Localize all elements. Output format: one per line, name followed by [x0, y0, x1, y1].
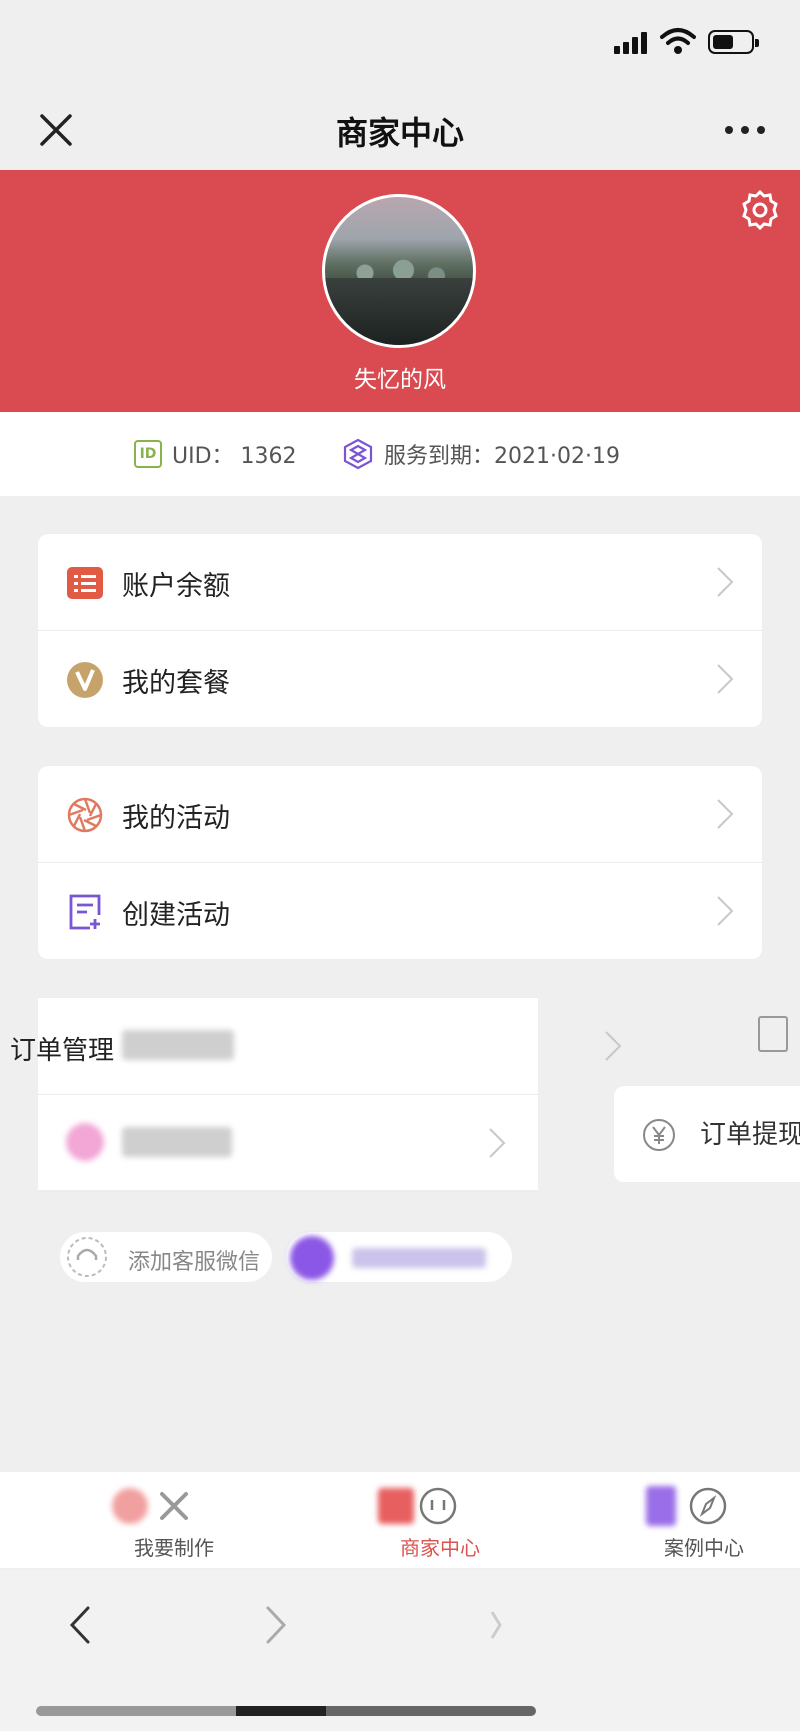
status-bar: [0, 0, 800, 90]
order-withdraw-label: 订单提现: [700, 1120, 800, 1150]
blurred-icon: [66, 1123, 104, 1161]
my-activity-row[interactable]: 我的活动: [38, 766, 762, 863]
id-badge-icon: ID: [134, 440, 162, 468]
account-card: 账户余额 我的套餐: [38, 534, 762, 727]
chevron-right-icon: [717, 896, 734, 926]
tab-make-label: 我要制作: [134, 1536, 214, 1560]
chevron-right-icon: [717, 664, 734, 694]
tab-bar: 我要制作 商家中心 案例中心: [0, 1472, 800, 1568]
blurred-text: [122, 1030, 234, 1060]
order-withdraw-row[interactable]: [38, 1095, 538, 1192]
my-package-label: 我的套餐: [122, 668, 230, 699]
account-balance-row[interactable]: 账户余额: [38, 534, 762, 631]
uid-info: ID UID： 1362: [134, 438, 297, 470]
add-note-icon: [69, 894, 101, 930]
expire-info: 服务到期：2021·02·19: [342, 438, 620, 470]
tab-case-center[interactable]: 案例中心: [534, 1472, 800, 1568]
share-icon[interactable]: [478, 1600, 518, 1650]
tab-merchant-center-label: 商家中心: [400, 1536, 480, 1560]
expire-value: 2021·02·19: [494, 444, 620, 469]
yen-icon: [643, 1119, 675, 1151]
wifi-icon: [660, 28, 696, 54]
avatar[interactable]: [322, 194, 476, 348]
profile-header: 失忆的风: [0, 170, 800, 412]
account-balance-label: 账户余额: [122, 571, 230, 602]
tab-merchant-center[interactable]: 商家中心: [266, 1472, 532, 1568]
tab-case-center-label: 案例中心: [664, 1536, 744, 1560]
aperture-icon: [67, 797, 103, 833]
forward-icon[interactable]: [256, 1600, 296, 1650]
chevron-right-icon: [717, 567, 734, 597]
clipboard-icon: [758, 1016, 788, 1052]
home-indicator: [36, 1706, 536, 1716]
chevron-right-icon: [489, 1128, 506, 1158]
uid-value: 1362: [240, 444, 297, 469]
chevron-right-icon: [717, 799, 734, 829]
expire-label: 服务到期：: [384, 444, 495, 469]
uid-label: UID：: [172, 444, 234, 469]
order-withdraw-card[interactable]: 订单提现: [614, 1086, 800, 1182]
browser-toolbar: [0, 1570, 800, 1731]
nav-bar: 商家中心: [0, 90, 800, 170]
create-activity-label: 创建活动: [122, 900, 230, 931]
back-icon[interactable]: [60, 1600, 100, 1650]
user-icon: [419, 1487, 457, 1525]
add-service-wechat-button[interactable]: 添加客服微信: [60, 1232, 272, 1282]
info-bar: ID UID： 1362 服务到期：2021·02·19: [0, 412, 800, 496]
my-package-row[interactable]: 我的套餐: [38, 631, 762, 727]
order-manage-label: 订单管理: [10, 1036, 115, 1066]
my-activity-label: 我的活动: [122, 803, 230, 834]
headset-icon: [67, 1237, 107, 1277]
blurred-icon: [290, 1236, 334, 1280]
list-icon: [67, 567, 103, 599]
blurred-icon: [646, 1486, 676, 1526]
add-service-wechat-label: 添加客服微信: [128, 1250, 261, 1275]
create-activity-row[interactable]: 创建活动: [38, 863, 762, 959]
blurred-pill-button[interactable]: [286, 1232, 512, 1282]
v-badge-icon: [67, 662, 103, 698]
signal-icon: [614, 32, 650, 54]
blurred-text: [122, 1127, 232, 1157]
tab-make[interactable]: 我要制作: [0, 1472, 266, 1568]
blurred-icon: [378, 1488, 414, 1524]
blurred-icon: [112, 1488, 148, 1524]
username: 失忆的风: [354, 367, 446, 393]
gear-icon[interactable]: [738, 188, 782, 232]
compass-icon: [689, 1487, 727, 1525]
activity-card: 我的活动 创建活动: [38, 766, 762, 959]
battery-icon: [708, 30, 759, 54]
more-icon[interactable]: [722, 112, 768, 148]
blurred-text: [352, 1248, 486, 1268]
page-title: 商家中心: [335, 114, 464, 152]
order-card: [38, 998, 622, 1192]
cube-icon: [343, 438, 373, 470]
tools-icon: [160, 1492, 188, 1520]
chevron-right-icon: [605, 1031, 622, 1061]
